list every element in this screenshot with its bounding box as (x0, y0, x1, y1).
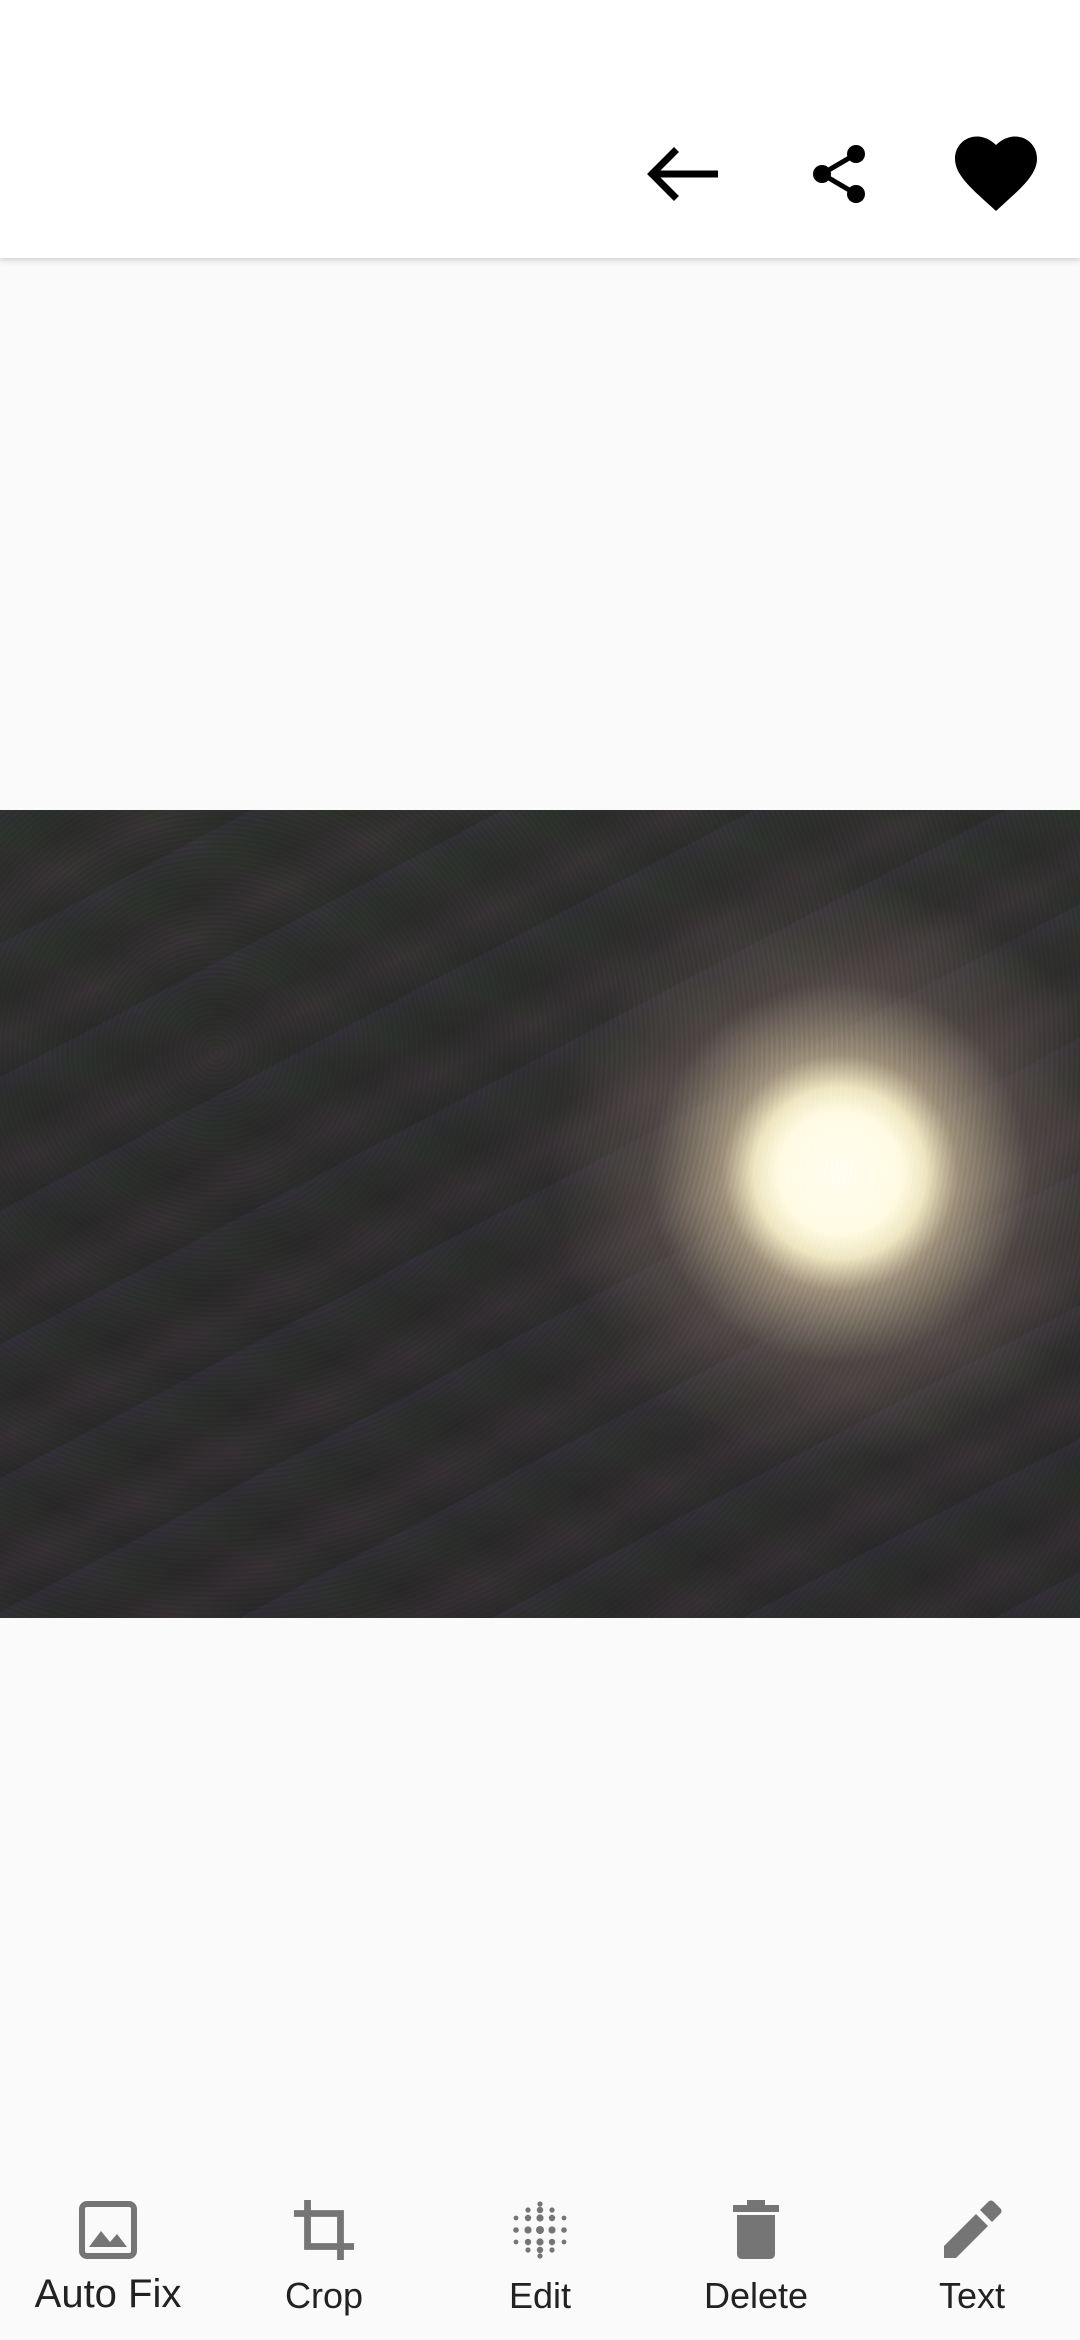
dots-grid-icon (508, 2198, 572, 2262)
text-label: Text (938, 2275, 1006, 2316)
back-button[interactable] (634, 124, 734, 224)
image-icon (76, 2198, 140, 2262)
edit-button[interactable]: Edit (432, 2198, 648, 2338)
heart-icon (955, 136, 1037, 211)
top-app-bar (0, 0, 1080, 258)
edit-label: Edit (508, 2275, 572, 2316)
favorite-button[interactable] (946, 124, 1046, 224)
photo-grain (0, 810, 1080, 1618)
photo-image[interactable] (0, 810, 1080, 1618)
auto-fix-label: Auto Fix (34, 2272, 182, 2316)
share-button[interactable] (790, 124, 890, 224)
photo-viewer (0, 258, 1080, 2170)
delete-button[interactable]: Delete (648, 2198, 864, 2338)
crop-icon (292, 2198, 356, 2262)
pencil-icon (940, 2198, 1004, 2262)
bottom-toolbar: Auto Fix Crop Edit Delete Text (0, 2170, 1080, 2340)
auto-fix-button[interactable]: Auto Fix (0, 2198, 216, 2338)
crop-label: Crop (284, 2275, 364, 2316)
delete-label: Delete (703, 2275, 809, 2316)
trash-icon (724, 2198, 788, 2262)
arrow-left-icon (647, 147, 718, 201)
crop-button[interactable]: Crop (216, 2198, 432, 2338)
share-icon (813, 145, 865, 203)
text-button[interactable]: Text (864, 2198, 1080, 2338)
